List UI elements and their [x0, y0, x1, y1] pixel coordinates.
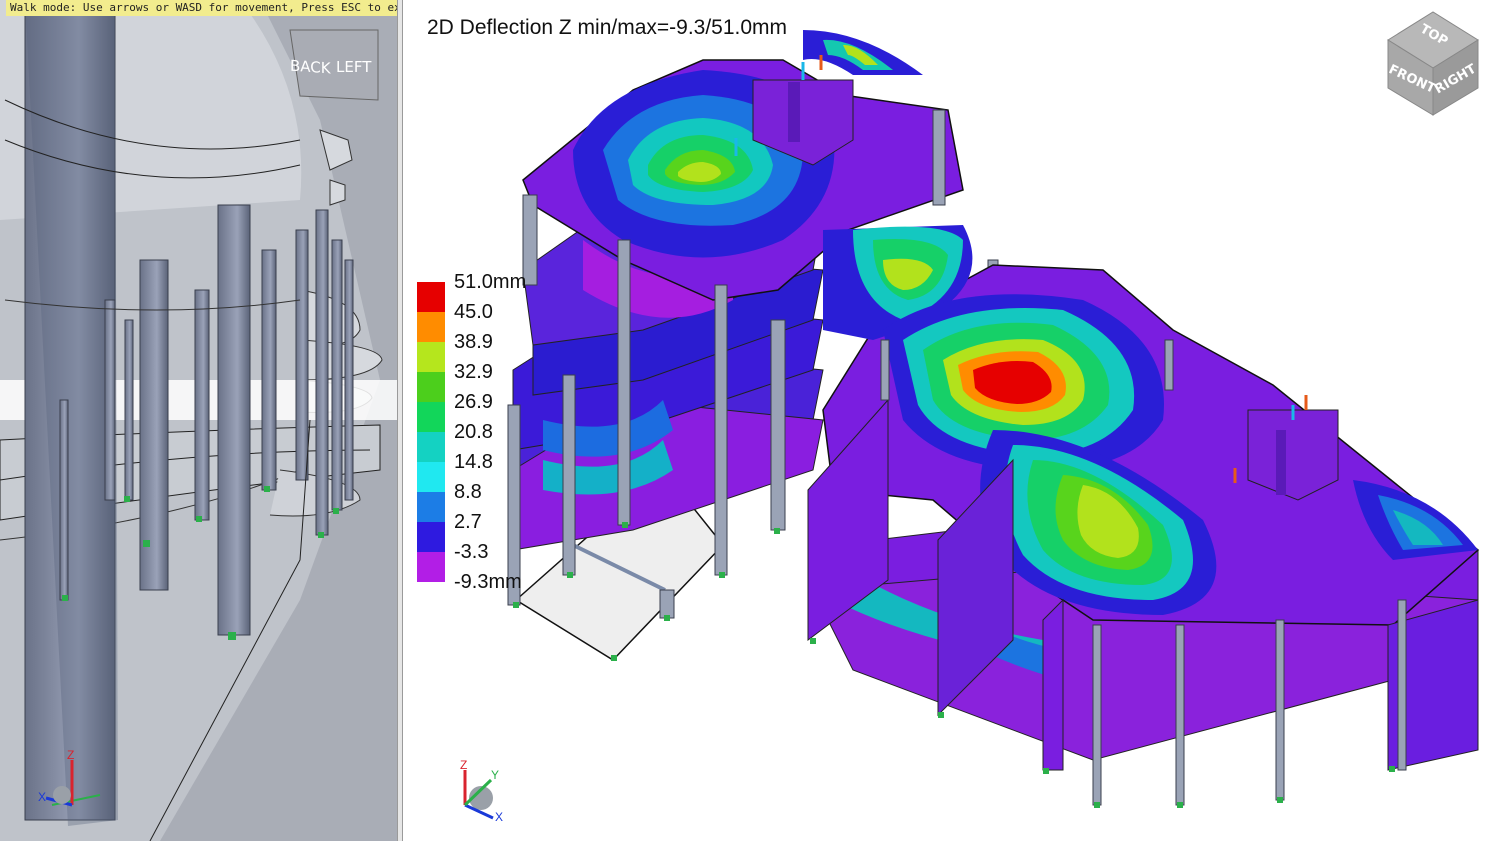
nav-cube-left-label[interactable]: LEFT — [336, 58, 371, 76]
legend-label: 2.7 — [454, 511, 482, 533]
legend-swatch — [417, 432, 445, 462]
result-title: 2D Deflection Z min/max=-9.3/51.0mm — [427, 16, 788, 39]
legend-swatch — [417, 492, 445, 522]
axis-triad — [463, 770, 494, 820]
legend-label: -3.3 — [454, 541, 489, 563]
legend-label: 14.8 — [454, 451, 493, 473]
legend-swatch — [417, 552, 445, 582]
axis-y-label: Y — [491, 768, 500, 782]
legend-label: 45.0 — [454, 301, 493, 323]
legend-label: 26.9 — [454, 391, 493, 413]
left-axis-x-label: X — [38, 790, 47, 804]
legend-label: 38.9 — [454, 331, 493, 353]
main-3d-viewport[interactable]: 2D Deflection Z min/max=-9.3/51.0mm 51.0… — [403, 0, 1496, 841]
legend-label: 20.8 — [454, 421, 493, 443]
legend-label: 32.9 — [454, 361, 493, 383]
legend-label: 8.8 — [454, 481, 482, 503]
contour-legend: 51.0mm 45.0 38.9 32.9 26.9 20.8 14.8 8.8 2.7 -3.3… — [417, 272, 557, 592]
legend-swatch — [417, 282, 445, 312]
legend-swatch — [417, 372, 445, 402]
legend-label: 51.0mm — [454, 271, 527, 293]
nav-cube-back-label[interactable]: BACK — [290, 57, 331, 78]
legend-swatch — [417, 312, 445, 342]
legend-swatch — [417, 462, 445, 492]
legend-swatch — [417, 402, 445, 432]
axis-z-label: Z — [460, 758, 468, 772]
legend-swatch — [417, 342, 445, 372]
deflection-contour-model[interactable] — [403, 0, 1496, 841]
legend-label: -9.3mm — [454, 571, 522, 593]
axis-x-label: X — [495, 810, 504, 824]
left-axis-z-label: Z — [67, 748, 75, 762]
legend-swatch — [417, 522, 445, 552]
walk-mode-scene — [0, 0, 397, 841]
walk-mode-hint: Walk mode: Use arrows or WASD for moveme… — [6, 0, 397, 16]
walk-mode-viewport[interactable]: Walk mode: Use arrows or WASD for moveme… — [0, 0, 397, 841]
